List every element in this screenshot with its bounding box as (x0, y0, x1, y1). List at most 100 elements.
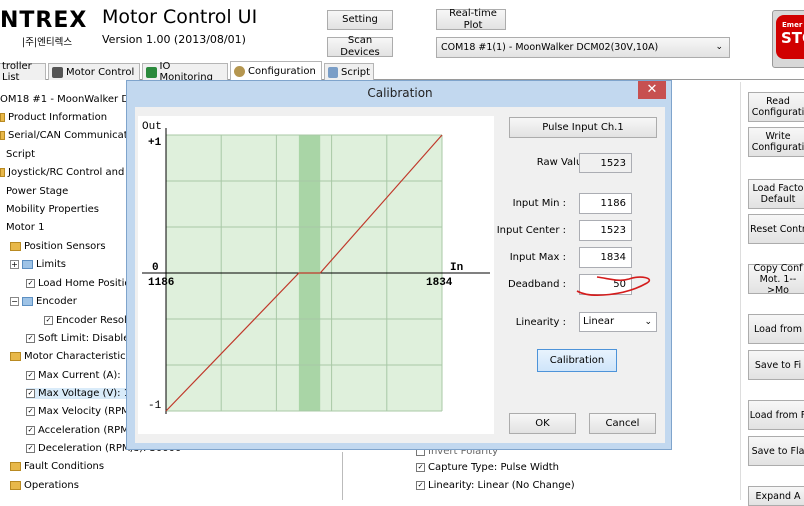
tree-label: Acceleration (RPM (38, 425, 129, 436)
tree-item-acceleration[interactable]: ✓ Acceleration (RPM (26, 425, 129, 436)
config-tree: OM18 #1 - MoonWalker DCM Product Informa… (0, 92, 181, 500)
tree-item-max-velocity[interactable]: ✓ Max Velocity (RPM (26, 406, 130, 417)
tree-item-root[interactable]: OM18 #1 - MoonWalker DCM (0, 94, 145, 105)
emergency-stop-button[interactable]: Emer STO (772, 10, 804, 68)
tab-controller-list[interactable]: troller List (0, 61, 46, 83)
reset-controller-button[interactable]: Reset Contr (748, 214, 804, 244)
property-capture-type[interactable]: ✓ Capture Type: Pulse Width (416, 462, 559, 473)
checkbox-icon[interactable]: ✓ (416, 481, 425, 490)
input-center-field[interactable]: 1523 (579, 220, 632, 241)
y-tick-label-bottom: -1 (148, 400, 162, 412)
tree-label: Max Current (A): (38, 370, 121, 381)
app-version: Version 1.00 (2013/08/01) (102, 33, 246, 46)
motor-icon (52, 66, 63, 78)
tree-label: Encoder (36, 296, 77, 307)
tree-label: Script (6, 149, 36, 160)
property-label: Capture Type: Pulse Width (428, 462, 560, 473)
tree-item-limits[interactable]: + Limits (10, 259, 66, 270)
dialog-title: Calibration (367, 86, 433, 100)
tab-io-monitoring[interactable]: IO Monitoring (142, 61, 228, 83)
tree-label: Limits (36, 259, 66, 270)
folder-icon (10, 462, 21, 471)
checkbox-icon[interactable]: ✓ (26, 389, 35, 398)
tab-motor-control[interactable]: Motor Control (48, 63, 140, 80)
expand-all-button[interactable]: Expand A (748, 486, 804, 506)
tree-item-power-stage[interactable]: Power Stage (6, 186, 68, 197)
tree-item-home-position[interactable]: ✓ Load Home Positio (26, 278, 130, 289)
io-icon (146, 66, 157, 78)
pulse-input-channel-button[interactable]: Pulse Input Ch.1 (509, 117, 657, 138)
tree-label: Motor 1 (6, 222, 45, 233)
input-max-field[interactable]: 1834 (579, 247, 632, 268)
save-to-file-button[interactable]: Save to Fi (748, 350, 804, 380)
tree-item-soft-limit[interactable]: ✓ Soft Limit: Disable (26, 333, 129, 344)
ok-button[interactable]: OK (509, 413, 576, 434)
cancel-button[interactable]: Cancel (589, 413, 656, 434)
property-linearity[interactable]: ✓ Linearity: Linear (No Change) (416, 480, 575, 491)
tree-item-operations[interactable]: Operations (10, 480, 79, 491)
tree-item-encoder[interactable]: − Encoder (10, 296, 77, 307)
tree-item-joystick[interactable]: Joystick/RC Control and S (0, 167, 134, 178)
close-icon[interactable]: ✕ (638, 81, 666, 99)
tab-configuration[interactable]: Configuration (230, 61, 322, 81)
folder-icon (0, 168, 5, 177)
load-from-flash-button[interactable]: Load from F (748, 400, 804, 430)
collapse-icon[interactable]: − (10, 297, 19, 306)
linearity-select[interactable]: Linear ⌄ (579, 312, 657, 332)
input-center-label: Input Center : (496, 225, 566, 236)
checkbox-icon[interactable]: ✓ (44, 316, 53, 325)
script-icon (328, 66, 338, 78)
brand-subtitle: |주|엔티렉스 (22, 37, 73, 48)
tree-label: Load Home Positio (38, 278, 131, 289)
checkbox-icon[interactable]: ✓ (416, 463, 425, 472)
checkbox-icon[interactable]: ✓ (26, 426, 35, 435)
tree-item-product-info[interactable]: Product Information (0, 112, 107, 123)
tree-label: Product Information (8, 112, 108, 123)
tree-item-max-current[interactable]: ✓ Max Current (A): (26, 370, 121, 381)
scan-devices-button[interactable]: Scan Devices (327, 35, 393, 58)
realtime-plot-button[interactable]: Real-time Plot (436, 8, 506, 31)
tree-item-fault-conditions[interactable]: Fault Conditions (10, 461, 104, 472)
setting-button[interactable]: Setting (327, 10, 393, 30)
tree-label: Position Sensors (24, 241, 106, 252)
app-title: Motor Control UI (102, 6, 258, 28)
checkbox-icon[interactable]: ✓ (26, 407, 35, 416)
checkbox-icon[interactable]: ✓ (26, 334, 35, 343)
tree-item-script[interactable]: Script (6, 149, 35, 160)
input-max-label: Input Max : (509, 252, 566, 263)
write-configuration-button[interactable]: Write Configurati (748, 127, 804, 157)
device-select[interactable]: COM18 #1(1) - MoonWalker DCM02(30V,10A) … (436, 37, 730, 58)
tab-label: Configuration (248, 66, 316, 77)
tab-label: troller List (2, 61, 32, 83)
tree-item-position-sensors[interactable]: Position Sensors (10, 241, 106, 252)
tree-item-serial[interactable]: Serial/CAN Communication (0, 130, 143, 141)
panel-divider (342, 452, 343, 500)
tab-script[interactable]: Script (324, 63, 374, 80)
y-axis-label: Out (142, 121, 162, 133)
tree-item-encoder-resolution[interactable]: ✓ Encoder Resol (44, 315, 127, 326)
expand-icon[interactable]: + (10, 260, 19, 269)
folder-icon (10, 352, 21, 361)
checkbox-icon[interactable]: ✓ (26, 444, 35, 453)
checkbox-icon[interactable]: ✓ (26, 371, 35, 380)
dialog-body: Out +1 0 -1 In 1186 1834 Pulse Input Ch.1 Raw … (135, 107, 665, 443)
load-from-file-button[interactable]: Load from (748, 314, 804, 344)
tree-label: Max Velocity (RPM (38, 406, 130, 417)
tree-item-max-voltage[interactable]: ✓ Max Voltage (V): 1 (26, 388, 131, 399)
tree-label: Serial/CAN Communication (8, 130, 143, 141)
tree-label: Mobility Properties (6, 204, 99, 215)
read-configuration-button[interactable]: Read Configurati (748, 92, 804, 122)
panel-divider (740, 82, 741, 500)
save-to-flash-button[interactable]: Save to Fla (748, 436, 804, 466)
stop-sign-icon: Emer STO (776, 15, 804, 59)
copy-config-button[interactable]: Copy Conf Mot. 1-->Mo (748, 263, 804, 296)
input-min-field[interactable]: 1186 (579, 193, 632, 214)
tree-label: Soft Limit: Disable (38, 333, 130, 344)
tree-item-mobility[interactable]: Mobility Properties (6, 204, 99, 215)
tree-item-motor1[interactable]: Motor 1 (6, 222, 44, 233)
load-factory-default-button[interactable]: Load Facto Default (748, 179, 804, 209)
x-axis-label: In (450, 262, 463, 274)
tree-item-motor-characteristics[interactable]: Motor Characteristics (10, 351, 131, 362)
checkbox-icon[interactable]: ✓ (26, 279, 35, 288)
calibration-button[interactable]: Calibration (537, 349, 617, 372)
